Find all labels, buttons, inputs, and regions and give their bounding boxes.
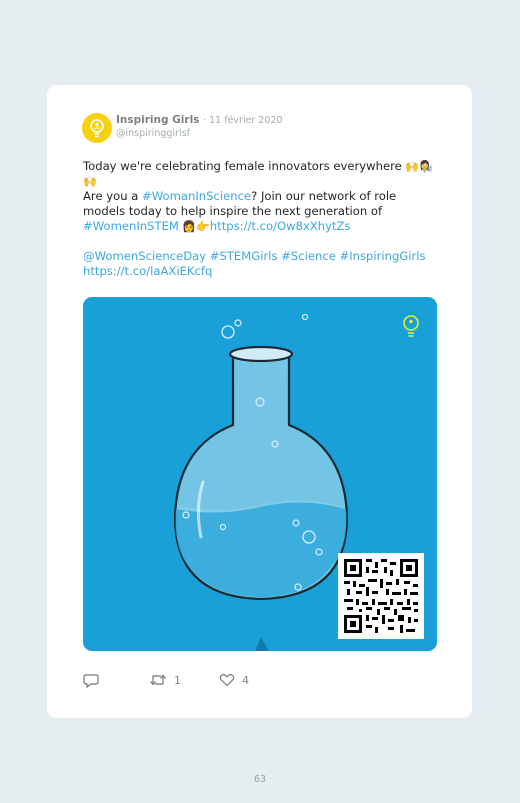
reply-icon — [83, 674, 99, 688]
reply-button[interactable] — [83, 673, 99, 688]
tweet-line-3-suffix: ? Join our network of role — [251, 189, 397, 203]
heart-icon — [219, 674, 235, 687]
tweet-line-4: models today to help inspire the next ge… — [83, 204, 383, 218]
tweet-link-2[interactable]: https://t.co/laAXiEKcfq — [83, 264, 443, 279]
tweet-date: · 11 février 2020 — [203, 115, 283, 126]
like-count: 4 — [242, 673, 249, 687]
lightbulb-watermark-icon — [403, 315, 419, 337]
hashtag-womaninscience[interactable]: #WomanInScience — [142, 189, 251, 203]
celebrate-emoji: 🙌👩‍🔬 — [405, 160, 433, 173]
author-line: Inspiring Girls · 11 février 2020 — [116, 114, 283, 126]
tweet-text: Today we're celebrating female innovator… — [83, 159, 443, 279]
tweet-image[interactable] — [83, 297, 437, 651]
retweet-count: 1 — [174, 673, 181, 687]
tweet-line-5: #WomenInSTEM 👩👉https://t.co/Ow8xXhytZs — [83, 219, 443, 234]
like-button[interactable]: 4 — [219, 673, 249, 687]
raising-hands-emoji: 🙌 — [83, 175, 97, 188]
tweet-actions: 1 4 — [83, 673, 443, 691]
author-name[interactable]: Inspiring Girls — [116, 114, 199, 126]
tweet-card: Inspiring Girls · 11 février 2020 @inspi… — [47, 85, 472, 718]
tweet-line-1-text: Today we're celebrating female innovator… — [83, 159, 406, 173]
page-number: 63 — [253, 774, 267, 785]
tweet-line-2: 🙌 — [83, 174, 443, 189]
retweet-button[interactable]: 1 — [149, 673, 181, 687]
retweet-icon — [150, 674, 166, 686]
qr-code[interactable] — [338, 553, 424, 639]
author-handle[interactable]: @inspiringgirlsf — [116, 128, 190, 139]
tweet-line-3-prefix: Are you a — [83, 189, 143, 203]
qr-code-icon — [344, 559, 418, 633]
tweet-line-3: Are you a #WomanInScience? Join our netw… — [83, 189, 443, 204]
mentions-hashtags[interactable]: @WomenScienceDay #STEMGirls #Science #In… — [83, 249, 443, 264]
tweet-line-1: Today we're celebrating female innovator… — [83, 159, 443, 174]
hashtag-womeninstem[interactable]: #WomenInSTEM — [83, 219, 179, 233]
lightbulb-logo-icon — [90, 119, 104, 138]
tweet-link-1[interactable]: https://t.co/Ow8xXhytZs — [210, 219, 351, 233]
avatar[interactable] — [82, 113, 112, 143]
pointing-emoji: 👩👉 — [178, 220, 210, 233]
